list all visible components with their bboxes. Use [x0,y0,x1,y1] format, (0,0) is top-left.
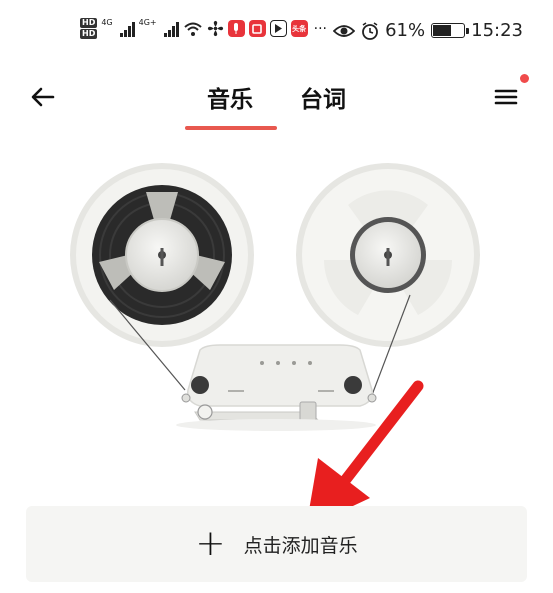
notification-dot [520,74,529,83]
battery-icon [431,23,470,38]
status-icons-right: 61% 15:23 [333,20,523,41]
header: 音乐 台词 [0,64,553,134]
eye-comfort-icon [333,24,356,37]
arrow-left-icon [31,87,55,107]
menu-icon [494,89,518,105]
signal-icon [119,21,135,37]
wifi-icon [183,22,202,36]
fan-icon [207,20,223,37]
add-music-label: 点击添加音乐 [243,534,358,557]
play-app-icon [269,20,287,37]
tape-recorder-graphic [70,163,480,431]
tape-recorder-illustration [0,150,553,450]
network-type-label: 4G [101,18,113,27]
status-bar: HD HD 4G 4G+ 头条 ··· 61% 15:23 [0,0,553,64]
left-reel [70,163,254,347]
plus-icon: + [195,523,226,564]
microphone-app-icon [227,20,245,37]
alarm-icon [362,21,379,40]
clock: 15:23 [471,20,523,41]
tab-music[interactable]: 音乐 [207,80,253,114]
add-music-button[interactable]: + 点击添加音乐 [26,506,527,582]
more-notifications-icon: ··· [313,20,327,37]
status-icons-left: HD HD 4G 4G+ 头条 ··· [80,18,327,39]
toutiao-app-icon: 头条 [290,20,308,37]
active-tab-indicator [185,126,277,130]
tape-deck [181,344,377,425]
back-button[interactable] [26,80,60,114]
battery-percent: 61% [385,20,426,41]
right-reel [296,163,480,347]
menu-button[interactable] [489,80,523,114]
book-app-icon [248,20,266,37]
signal-icon-2 [163,21,179,37]
hd-voice-icon: HD HD [80,18,98,39]
tab-lyrics[interactable]: 台词 [300,80,346,114]
network-type-label-2: 4G+ [138,18,157,27]
